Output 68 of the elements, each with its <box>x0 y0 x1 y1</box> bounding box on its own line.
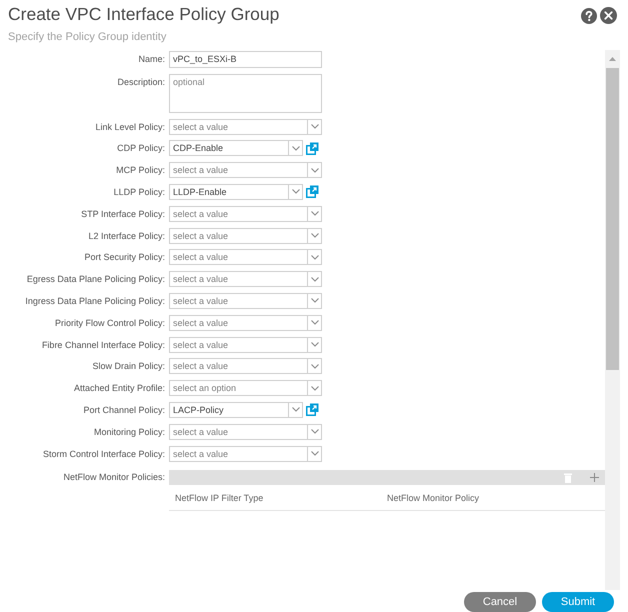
chevron-down-icon <box>310 451 318 456</box>
dropdown[interactable]: select a value <box>169 358 322 374</box>
column-header: NetFlow Monitor Policy <box>387 492 480 504</box>
help-icon[interactable] <box>581 8 597 24</box>
close-icon[interactable] <box>600 7 617 24</box>
chevron-down-icon <box>292 407 300 412</box>
chevron-down-icon <box>310 276 318 282</box>
field-label: Egress Data Plane Policing Policy: <box>26 273 165 286</box>
field-label: STP Interface Policy: <box>80 208 165 221</box>
chevron-down-icon <box>310 168 318 173</box>
chevron-down-icon <box>310 429 318 434</box>
dropdown[interactable]: LLDP-Enable <box>169 184 303 200</box>
scrollbar-thumb[interactable] <box>606 68 619 370</box>
field-label: Priority Flow Control Policy: <box>54 316 165 330</box>
description-textarea[interactable]: optional <box>169 74 322 113</box>
field-label: Fibre Channel Interface Policy: <box>40 338 165 352</box>
field-label: Name: <box>137 53 165 66</box>
submit-button[interactable]: Submit <box>542 592 614 612</box>
chevron-down-icon <box>310 211 318 216</box>
field-label: Link Level Policy: <box>94 120 165 134</box>
field-label: Ingress Data Plane Policing Policy: <box>24 294 165 308</box>
field-label: NetFlow Monitor Policies: <box>62 471 165 484</box>
field-label: MCP Policy: <box>115 164 165 178</box>
field-label: Storm Control Interface Policy: <box>42 448 165 461</box>
dropdown[interactable]: CDP-Enable <box>169 140 303 156</box>
chevron-down-icon <box>310 364 318 369</box>
scroll-up-icon[interactable] <box>609 57 616 61</box>
dropdown[interactable]: select an option <box>169 380 322 396</box>
dialog-title: Create VPC Interface Policy Group <box>8 3 280 25</box>
field-label: L2 Interface Policy: <box>87 230 165 243</box>
dropdown[interactable]: select a value <box>169 314 322 331</box>
field-label: Port Security Policy: <box>83 251 165 264</box>
field-label: Description: <box>116 76 165 89</box>
cancel-button[interactable]: Cancel <box>464 592 536 612</box>
field-label: Monitoring Policy: <box>92 426 165 439</box>
chevron-down-icon <box>310 320 318 326</box>
chevron-down-icon <box>310 254 318 260</box>
dialog-subtitle: Specify the Policy Group identity <box>8 30 166 44</box>
dropdown[interactable]: select a value <box>169 446 322 462</box>
external-link-icon[interactable] <box>306 185 319 198</box>
column-header: NetFlow IP Filter Type <box>175 492 264 504</box>
field-label: CDP Policy: <box>116 142 165 156</box>
field-label: Slow Drain Policy: <box>91 360 165 374</box>
scrollbar[interactable] <box>605 50 620 590</box>
chevron-down-icon <box>310 124 318 130</box>
plus-icon[interactable] <box>590 473 599 482</box>
dropdown[interactable]: select a value <box>169 292 322 309</box>
chevron-down-icon <box>310 298 318 304</box>
dropdown[interactable]: select a value <box>169 162 322 178</box>
dropdown[interactable]: LACP-Policy <box>169 402 303 418</box>
dropdown[interactable]: select a value <box>169 118 322 135</box>
dropdown[interactable]: select a value <box>169 249 322 266</box>
name-input[interactable]: vPC_to_ESXi-B <box>169 51 322 68</box>
dropdown[interactable]: select a value <box>169 336 322 353</box>
external-link-icon[interactable] <box>306 403 319 416</box>
chevron-down-icon <box>310 342 318 348</box>
chevron-down-icon <box>292 146 300 151</box>
dropdown[interactable]: select a value <box>169 424 322 440</box>
external-link-icon[interactable] <box>306 142 319 155</box>
chevron-down-icon <box>310 233 318 238</box>
field-label: LLDP Policy: <box>112 186 165 199</box>
dropdown[interactable]: select a value <box>169 228 322 244</box>
chevron-down-icon <box>310 386 318 391</box>
field-label: Attached Entity Profile: <box>72 382 165 396</box>
dropdown[interactable]: select a value <box>169 206 322 222</box>
field-label: Port Channel Policy: <box>82 404 165 417</box>
chevron-down-icon <box>292 189 300 194</box>
dropdown[interactable]: select a value <box>169 271 322 288</box>
